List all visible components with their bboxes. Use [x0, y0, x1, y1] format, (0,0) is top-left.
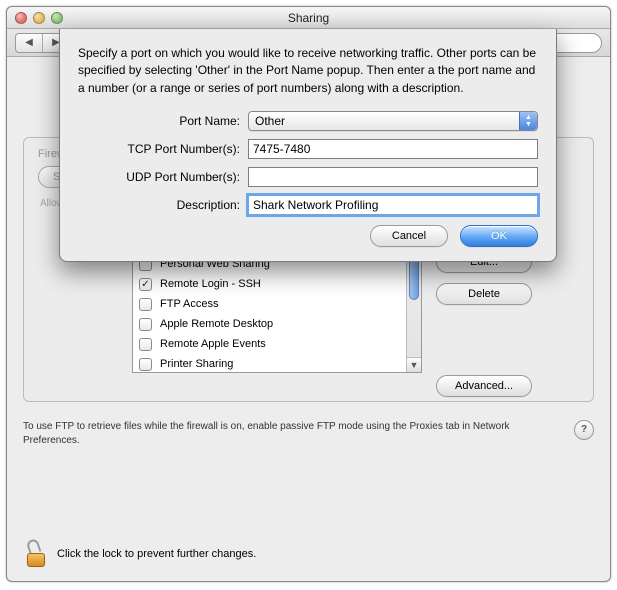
scroll-down-icon[interactable]: ▼ [407, 357, 421, 372]
traffic-lights [7, 12, 63, 24]
service-checkbox[interactable] [139, 318, 152, 331]
list-item[interactable]: Printer Sharing [133, 354, 406, 372]
service-label: Printer Sharing [160, 358, 233, 370]
advanced-button[interactable]: Advanced... [436, 375, 532, 397]
window-title: Sharing [7, 11, 610, 25]
udp-port-input[interactable] [248, 167, 538, 187]
service-checkbox[interactable] [139, 338, 152, 351]
service-label: FTP Access [160, 298, 218, 310]
service-checkbox[interactable] [139, 358, 152, 371]
ftp-hint-text: To use FTP to retrieve files while the f… [23, 421, 510, 446]
help-button[interactable]: ? [574, 420, 594, 440]
label-port-name: Port Name: [78, 114, 248, 128]
ftp-hint: To use FTP to retrieve files while the f… [23, 420, 594, 448]
service-checkbox[interactable] [139, 298, 152, 311]
lock-text: Click the lock to prevent further change… [57, 548, 256, 560]
port-name-popup[interactable]: Other ▲▼ [248, 111, 538, 131]
port-sheet: Specify a port on which you would like t… [59, 29, 557, 262]
cancel-button[interactable]: Cancel [370, 225, 448, 247]
service-label: Remote Apple Events [160, 338, 266, 350]
service-label: Apple Remote Desktop [160, 318, 273, 330]
delete-button[interactable]: Delete [436, 283, 532, 305]
minimize-icon[interactable] [33, 12, 45, 24]
popup-arrows-icon: ▲▼ [519, 112, 537, 130]
back-icon[interactable]: ◀ [16, 34, 42, 52]
list-item[interactable]: Remote Apple Events [133, 334, 406, 354]
titlebar: Sharing [7, 7, 610, 29]
zoom-icon[interactable] [51, 12, 63, 24]
list-item[interactable]: Apple Remote Desktop [133, 314, 406, 334]
sheet-description: Specify a port on which you would like t… [78, 45, 538, 97]
service-checkbox[interactable]: ✓ [139, 278, 152, 291]
description-input[interactable] [248, 195, 538, 215]
ok-button[interactable]: OK [460, 225, 538, 247]
label-udp: UDP Port Number(s): [78, 170, 248, 184]
port-name-value: Other [255, 114, 285, 128]
lock-icon[interactable] [25, 541, 47, 567]
tcp-port-input[interactable] [248, 139, 538, 159]
close-icon[interactable] [15, 12, 27, 24]
label-description: Description: [78, 198, 248, 212]
prefs-window: Sharing ◀ ▶ Show All ⌕ Other computers o… [6, 6, 611, 582]
label-tcp: TCP Port Number(s): [78, 142, 248, 156]
lock-row: Click the lock to prevent further change… [25, 541, 592, 567]
service-label: Remote Login - SSH [160, 278, 261, 290]
list-item[interactable]: ✓ Remote Login - SSH [133, 274, 406, 294]
list-item[interactable]: FTP Access [133, 294, 406, 314]
